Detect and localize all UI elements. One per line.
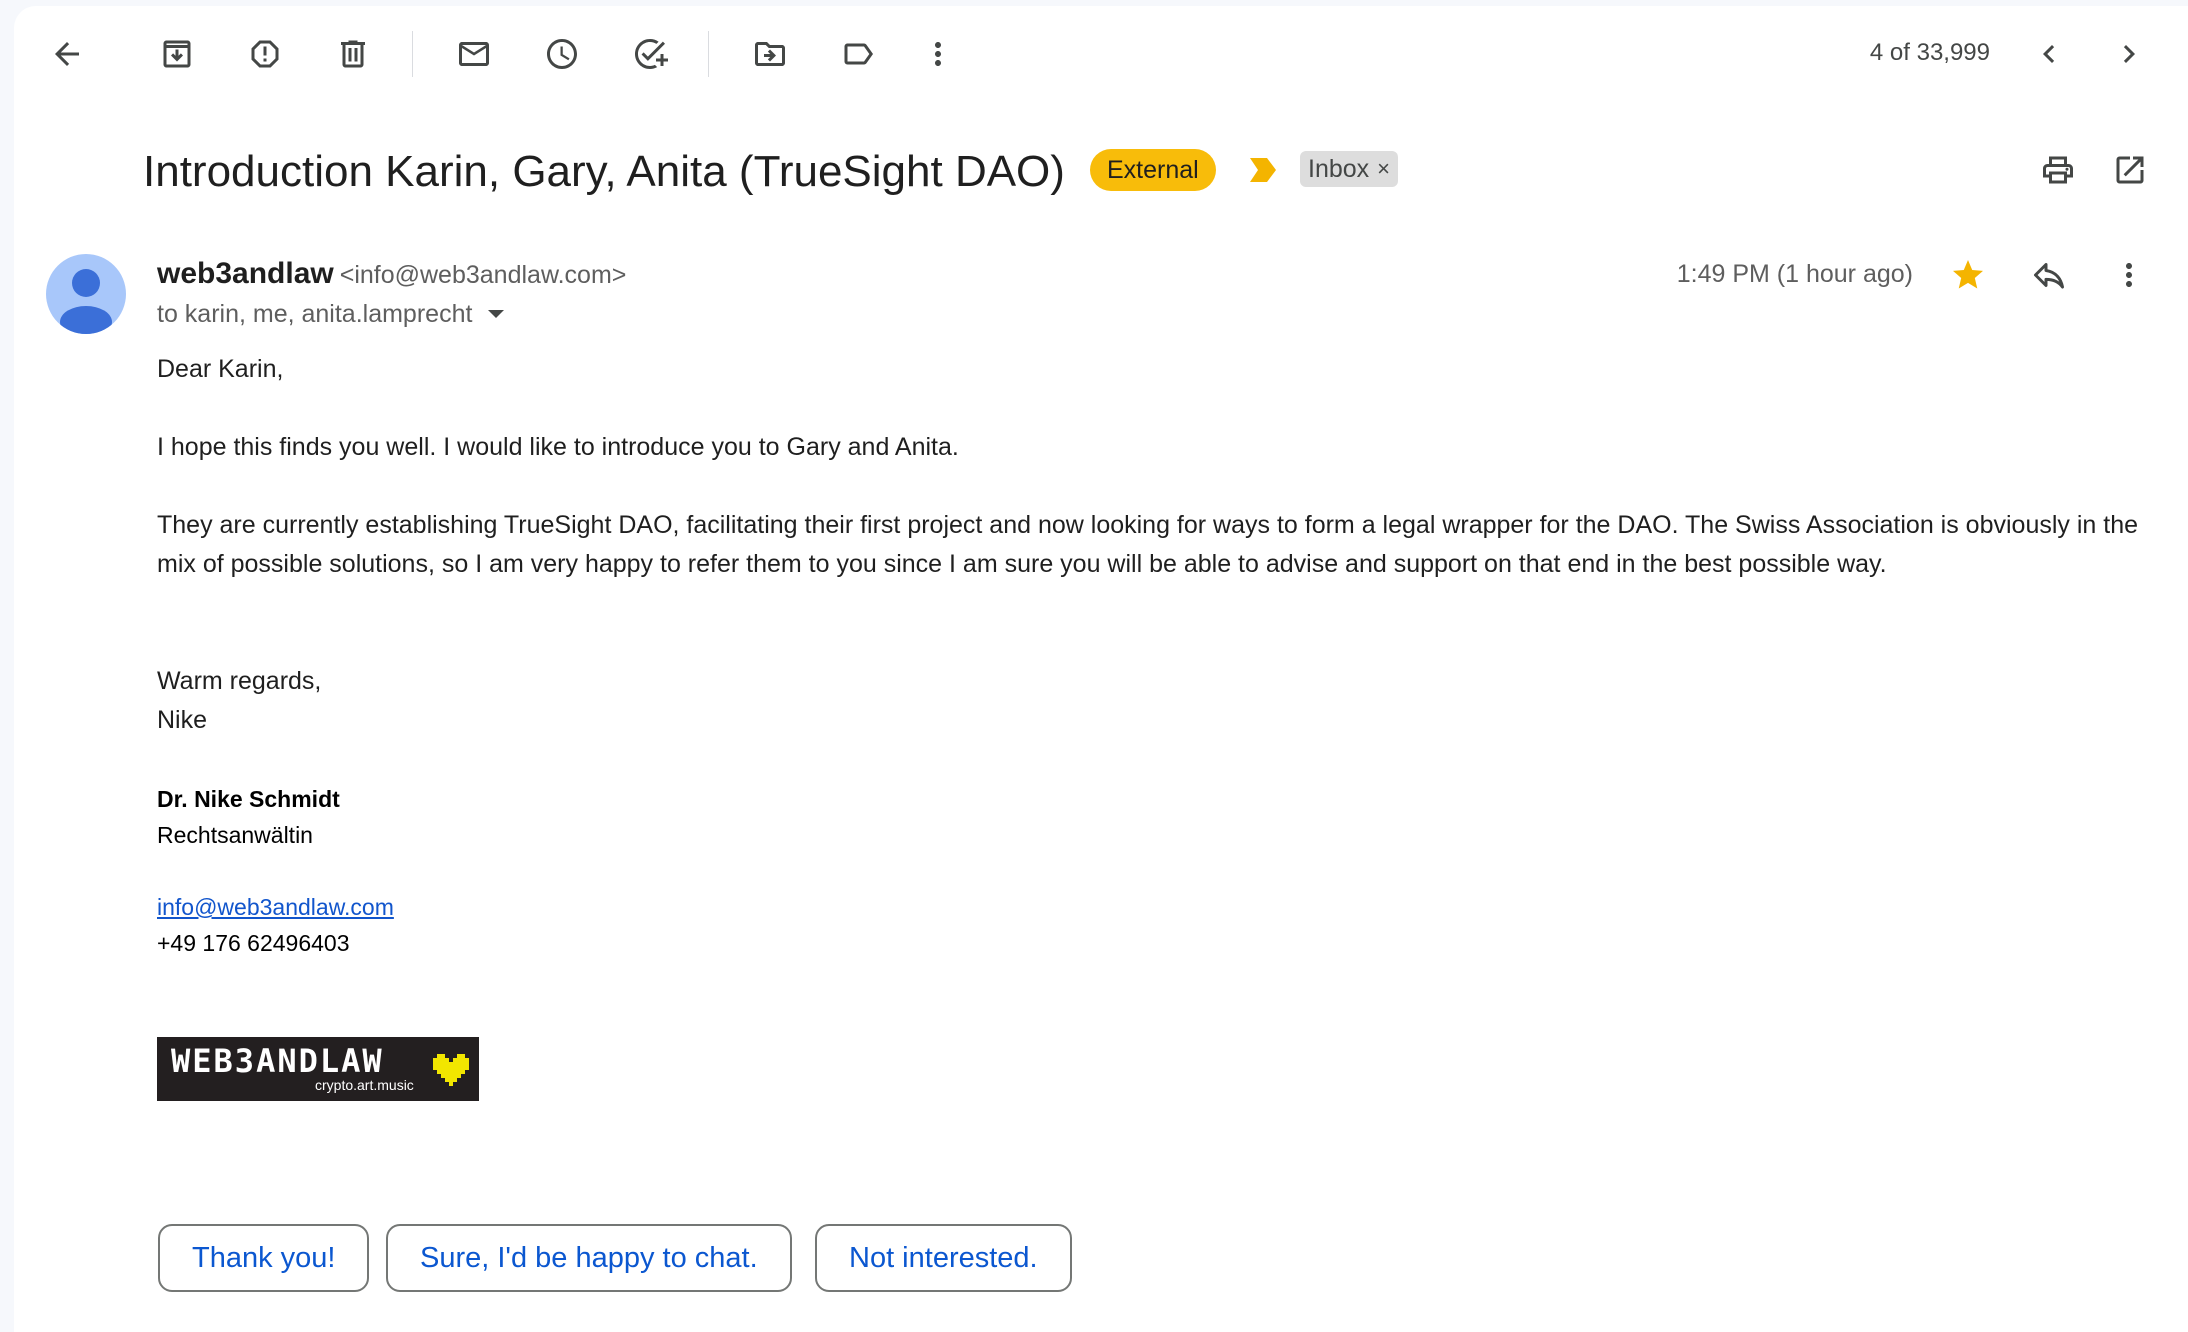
add-to-tasks-button[interactable]: [625, 29, 675, 79]
smart-reply-thank-you[interactable]: Thank you!: [158, 1224, 370, 1292]
print-all-button[interactable]: [2033, 145, 2083, 195]
archive-button[interactable]: [152, 29, 202, 79]
sender-email: <info@web3andlaw.com>: [339, 261, 627, 289]
pixel-heart-icon: [433, 1054, 469, 1086]
labels-button[interactable]: [833, 29, 883, 79]
newer-button[interactable]: [2024, 29, 2074, 79]
body-paragraph: I hope this finds you well. I would like…: [157, 433, 959, 461]
toolbar-divider: [412, 31, 413, 77]
move-to-folder-icon: [755, 42, 785, 66]
inbox-label-text: Inbox: [1308, 155, 1370, 183]
chevron-right-icon: [2123, 45, 2135, 63]
label-icon: [844, 43, 873, 65]
message-view: [14, 6, 2188, 1332]
report-spam-icon: [251, 40, 279, 68]
show-details-caret-icon[interactable]: [488, 310, 505, 318]
external-badge: External: [1090, 149, 1216, 191]
smart-reply-happy-to-chat[interactable]: Sure, I'd be happy to chat.: [386, 1224, 792, 1292]
recipients-text: to karin, me, anita.lamprecht: [157, 300, 473, 328]
signature-phone: +49 176 62496403: [157, 930, 350, 956]
pagination-counter: 4 of 33,999: [1869, 39, 1990, 66]
back-button[interactable]: [42, 29, 92, 79]
email-subject: Introduction Karin, Gary, Anita (TrueSig…: [143, 147, 1065, 196]
reply-button[interactable]: [2024, 250, 2074, 300]
body-signoff: Nike: [157, 706, 208, 734]
open-in-new-icon: [2116, 156, 2144, 184]
sender-line: web3andlaw <info@web3andlaw.com>: [157, 256, 626, 293]
inbox-label-chip: Inbox ×: [1300, 151, 1399, 187]
chevron-left-icon: [2043, 45, 2055, 63]
remove-label-button[interactable]: ×: [1377, 151, 1390, 187]
body-paragraph: They are currently establishing TrueSigh…: [157, 511, 2139, 578]
more-vertical-icon: [935, 42, 941, 66]
archive-icon: [163, 40, 191, 68]
star-icon: [1953, 260, 1983, 289]
envelope-icon: [459, 42, 489, 66]
move-to-button[interactable]: [745, 29, 795, 79]
sender-avatar[interactable]: [46, 254, 126, 334]
toolbar-divider: [708, 31, 709, 77]
arrow-left-icon: [55, 42, 79, 66]
delete-button[interactable]: [328, 29, 378, 79]
reply-icon: [2034, 263, 2064, 289]
open-new-window-button[interactable]: [2105, 145, 2155, 195]
print-icon: [2043, 156, 2073, 184]
more-vertical-icon: [2126, 263, 2132, 287]
trash-icon: [341, 40, 365, 68]
web3andlaw-logo: WEB3ANDLAW crypto.art.music: [157, 1037, 479, 1101]
person-icon: [60, 269, 112, 334]
clock-icon: [547, 39, 577, 69]
message-time: 1:49 PM (1 hour ago): [1676, 260, 1913, 288]
smart-reply-not-interested[interactable]: Not interested.: [815, 1224, 1072, 1292]
more-actions-button[interactable]: [913, 29, 963, 79]
body-closing: Warm regards,: [157, 667, 322, 695]
add-task-icon: [635, 39, 668, 69]
recipients-line: to karin, me, anita.lamprecht: [157, 298, 505, 330]
message-more-button[interactable]: [2104, 250, 2154, 300]
signature-email-link[interactable]: info@web3andlaw.com: [157, 889, 394, 925]
older-button[interactable]: [2104, 29, 2154, 79]
sender-name[interactable]: web3andlaw: [157, 257, 334, 290]
mark-unread-button[interactable]: [449, 29, 499, 79]
report-spam-button[interactable]: [240, 29, 290, 79]
logo-wordmark: WEB3ANDLAW: [171, 1042, 384, 1080]
logo-tagline: crypto.art.music: [315, 1077, 414, 1093]
body-greeting: Dear Karin,: [157, 355, 284, 383]
signature-title: Rechtsanwältin: [157, 822, 313, 848]
signature-name: Dr. Nike Schmidt: [157, 786, 340, 812]
important-marker-icon[interactable]: [1248, 156, 1278, 184]
star-button[interactable]: [1943, 250, 1993, 300]
snooze-button[interactable]: [537, 29, 587, 79]
